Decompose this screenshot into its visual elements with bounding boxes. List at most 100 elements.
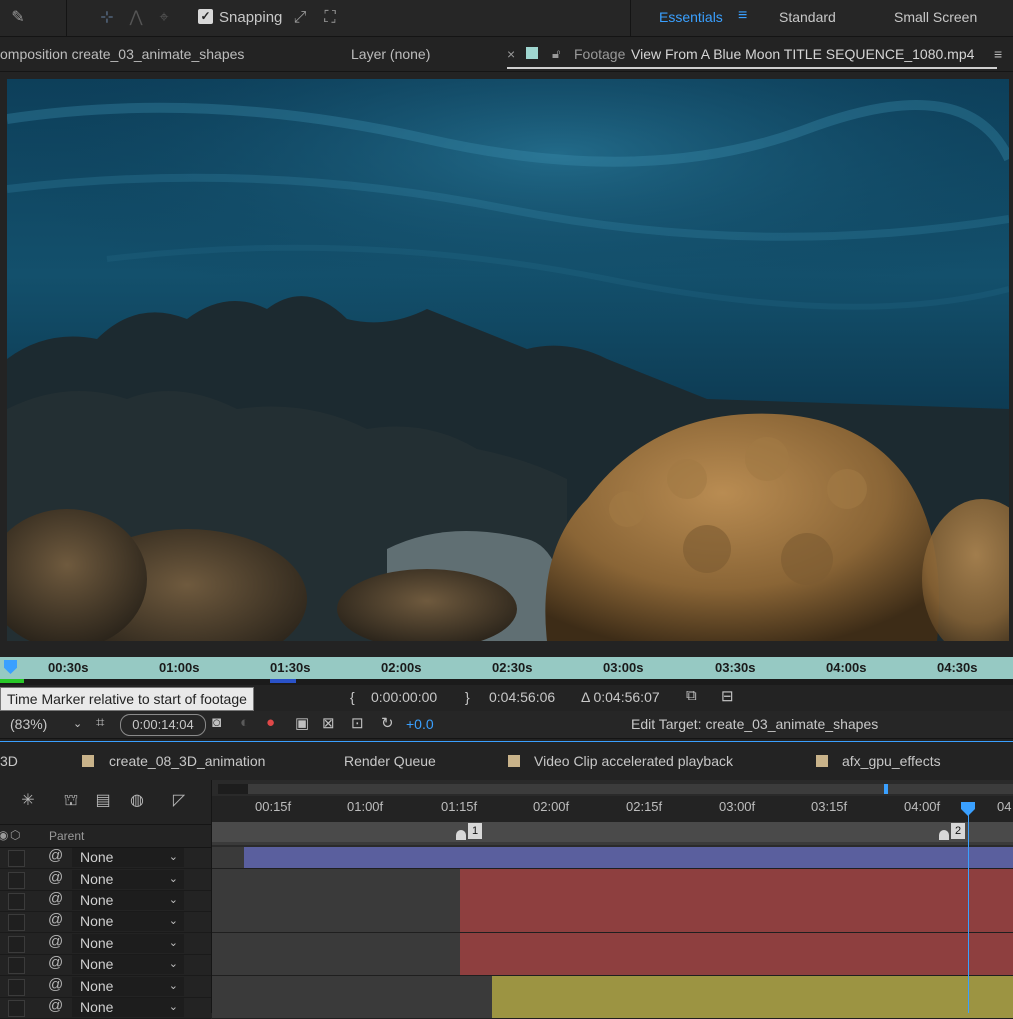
in-point-time[interactable]: 0:00:00:00 <box>371 689 437 705</box>
exposure-offset[interactable]: +0.0 <box>406 716 434 732</box>
graph-editor-icon[interactable]: ◸ <box>168 790 190 812</box>
layer-switch-box[interactable] <box>8 893 25 910</box>
workspace-essentials[interactable]: Essentials <box>659 9 723 25</box>
align-tool-icon[interactable]: ⊹ <box>95 6 119 30</box>
draft-3d-icon[interactable]: ✳ <box>17 790 39 812</box>
pick-whip-icon[interactable]: @ <box>48 869 63 886</box>
marker-track[interactable]: 1 2 <box>212 822 1013 845</box>
out-point-time[interactable]: 0:04:56:06 <box>489 689 555 705</box>
layer-switch-box[interactable] <box>8 872 25 889</box>
comp-marker[interactable]: 2 <box>951 823 965 839</box>
footage-viewer[interactable] <box>7 79 1009 641</box>
layer-row[interactable]: @ None ⌄ <box>0 869 211 891</box>
layer-row[interactable]: @ None ⌄ <box>0 847 211 869</box>
tab-layer[interactable]: Layer (none) <box>351 46 430 62</box>
pick-whip-icon[interactable]: @ <box>48 847 63 864</box>
layer-switch-box[interactable] <box>8 914 25 931</box>
marker-handle[interactable] <box>456 830 466 840</box>
region-of-interest-icon[interactable]: ⌗ <box>96 714 104 731</box>
layer-bar[interactable] <box>244 847 1013 868</box>
layer-switch-box[interactable] <box>8 979 25 996</box>
marker-handle[interactable] <box>939 830 949 840</box>
pick-whip-icon[interactable]: @ <box>48 954 63 971</box>
layer-bar[interactable] <box>460 954 1013 975</box>
workspace-standard[interactable]: Standard <box>779 9 836 25</box>
grid-guides-icon[interactable]: ⊠ <box>322 714 335 732</box>
show-snapshot-icon[interactable]: ◐ <box>240 714 249 731</box>
snapping-checkbox[interactable]: ✓ <box>198 9 213 24</box>
motion-blur-icon[interactable]: ◍ <box>126 790 148 812</box>
channel-rgb-icon[interactable]: ● <box>266 714 275 731</box>
timeline-ruler[interactable]: 00:15f 01:00f 01:15f 02:00f 02:15f 03:00… <box>212 796 1013 822</box>
tab-footage[interactable]: View From A Blue Moon TITLE SEQUENCE_108… <box>631 46 974 62</box>
snap-feather-icon[interactable]: ⛶ <box>318 6 342 30</box>
parent-select[interactable]: None ⌄ <box>72 955 184 974</box>
tab-create-08-3d-animation[interactable]: create_08_3D_animation <box>109 753 265 769</box>
workspace-small-screen[interactable]: Small Screen <box>894 9 977 25</box>
layer-bar[interactable] <box>492 997 1013 1018</box>
layer-switch-box[interactable] <box>8 936 25 953</box>
frame-blending-icon[interactable]: ▤ <box>92 790 114 812</box>
camera-snapshot-icon[interactable]: ◙ <box>212 714 221 731</box>
tab-afx-gpu-effects[interactable]: afx_gpu_effects <box>842 753 941 769</box>
layer-switch-box[interactable] <box>8 850 25 867</box>
panel-menu-icon[interactable]: ≡ <box>994 46 1002 62</box>
layer-bar[interactable] <box>460 933 1013 954</box>
pick-whip-icon[interactable]: @ <box>48 976 63 993</box>
tab-3d[interactable]: 3D <box>0 753 18 769</box>
tab-render-queue[interactable]: Render Queue <box>344 753 436 769</box>
layer-row[interactable]: @ None ⌄ <box>0 933 211 955</box>
pick-whip-icon[interactable]: @ <box>48 911 63 928</box>
parent-select[interactable]: None ⌄ <box>72 891 184 910</box>
layer-switch-box[interactable] <box>8 1000 25 1017</box>
pin-icon[interactable]: ✎ <box>6 6 30 30</box>
chevron-down-icon: ⌄ <box>168 894 178 906</box>
pick-whip-icon[interactable]: @ <box>48 997 63 1014</box>
in-point-bracket-icon[interactable]: { <box>350 689 355 705</box>
tab-composition[interactable]: omposition create_03_animate_shapes <box>0 46 244 62</box>
puppet-tool-icon[interactable]: ⋀ <box>124 6 148 30</box>
snap-edges-icon[interactable]: ⤢ <box>288 6 312 30</box>
tab-video-clip-accelerated-playback[interactable]: Video Clip accelerated playback <box>534 753 733 769</box>
layer-row[interactable]: @ None ⌄ <box>0 976 211 998</box>
current-time-indicator[interactable] <box>4 660 17 674</box>
magnification-dropdown[interactable]: (83%) ⌄ <box>0 714 86 734</box>
layer-bar[interactable] <box>460 869 1013 890</box>
layer-row[interactable]: @ None ⌄ <box>0 890 211 912</box>
comp-marker[interactable]: 1 <box>468 823 482 839</box>
close-tab-icon[interactable]: × <box>507 46 515 62</box>
pin-tool-icon[interactable]: ⌖ <box>152 6 176 30</box>
time-navigator-end-handle[interactable] <box>884 784 888 794</box>
footage-time-ruler[interactable]: 00:30s 01:00s 01:30s 02:00s 02:30s 03:00… <box>0 657 1013 679</box>
parent-select[interactable]: None ⌄ <box>72 998 184 1017</box>
transparency-grid-icon[interactable]: ▣ <box>295 714 309 732</box>
pick-whip-icon[interactable]: @ <box>48 890 63 907</box>
playhead-line[interactable] <box>968 804 969 1013</box>
layer-row[interactable]: @ None ⌄ <box>0 997 211 1019</box>
shy-layers-icon[interactable]: ⛫ <box>60 790 82 812</box>
layer-row[interactable]: @ None ⌄ <box>0 954 211 976</box>
parent-select[interactable]: None ⌄ <box>72 977 184 996</box>
layer-bar[interactable] <box>460 890 1013 911</box>
time-navigator-start-handle[interactable] <box>218 784 248 794</box>
parent-select[interactable]: None ⌄ <box>72 912 184 931</box>
workspace-menu-icon[interactable]: ≡ <box>738 7 747 25</box>
parent-select[interactable]: None ⌄ <box>72 870 184 889</box>
ripple-insert-edit-icon[interactable]: ⧉ <box>686 687 697 704</box>
out-point-bracket-icon[interactable]: } <box>465 689 470 705</box>
parent-select[interactable]: None ⌄ <box>72 934 184 953</box>
pick-whip-icon[interactable]: @ <box>48 933 63 950</box>
reset-exposure-icon[interactable]: ↻ <box>381 714 394 732</box>
layer-row[interactable]: @ None ⌄ <box>0 911 211 933</box>
layer-bar[interactable] <box>460 911 1013 932</box>
layer-bar[interactable] <box>492 976 1013 997</box>
view-options-icon[interactable]: ⊡ <box>351 714 364 732</box>
time-navigator[interactable] <box>218 784 1013 794</box>
current-time-display[interactable]: 0:00:14:04 <box>120 714 206 736</box>
timeline-tick: 04 <box>997 799 1012 814</box>
layer-switch-box[interactable] <box>8 957 25 974</box>
parent-select[interactable]: None ⌄ <box>72 848 184 867</box>
lock-icon[interactable]: 🔓︎ <box>552 46 560 62</box>
overlay-edit-icon[interactable]: ⊟ <box>721 687 734 705</box>
timeline-graph[interactable]: 00:15f 01:00f 01:15f 02:00f 02:15f 03:00… <box>211 780 1013 1019</box>
